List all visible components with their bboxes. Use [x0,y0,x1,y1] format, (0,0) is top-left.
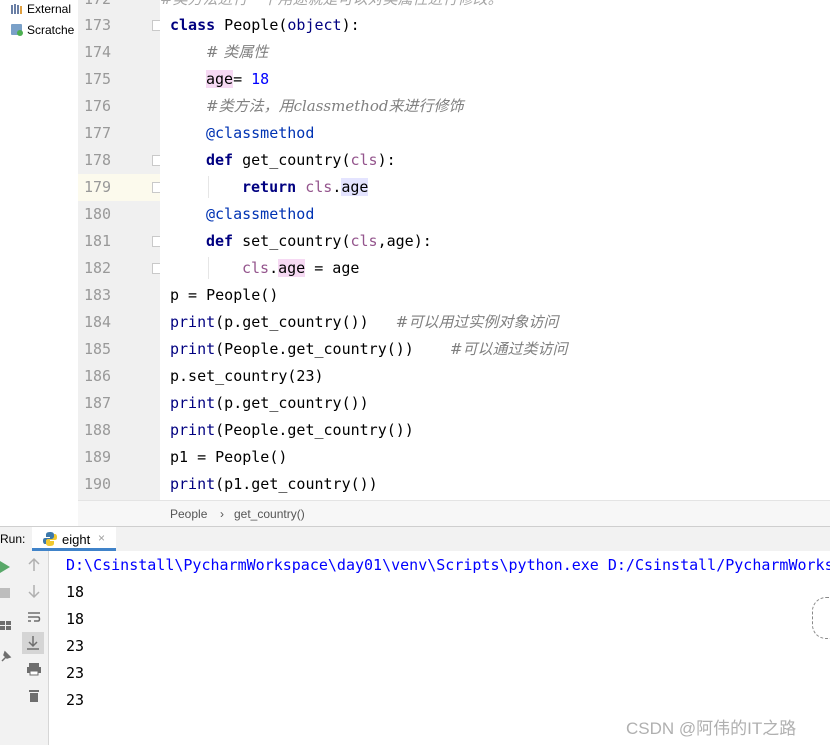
scratch-icon [10,23,24,37]
code-line-178: def get_country(cls): [206,151,396,169]
console-output-line: 23 [66,691,85,709]
code-line-185: print(People.get_country()) #可以通过类访问 [170,340,568,358]
code-line-173: class People(object): [170,16,360,34]
line-number: 179 [78,174,163,201]
line-number: 182 [78,255,163,282]
run-tab-eight[interactable]: eight × [32,527,116,551]
line-number: 174 [84,43,112,61]
line-number: 180 [84,205,112,223]
line-number: 175 [84,70,112,88]
print-icon[interactable] [26,661,42,677]
line-number: 187 [84,394,112,412]
code-line-177: @classmethod [206,124,315,142]
code-line-176: #类方法，用classmethod来进行修饰 [206,97,464,115]
close-icon[interactable]: × [98,531,105,545]
trash-icon[interactable] [26,687,42,703]
console-output-line: 18 [66,583,85,601]
code-line-187: print(p.get_country()) [170,394,369,412]
project-item-label: External [27,2,72,16]
project-item-scratches[interactable]: Scratche [10,21,74,39]
line-number: 183 [84,286,112,304]
breadcrumb: People › get_country() [78,500,830,527]
indent-guide [208,176,209,198]
watermark: CSDN @阿伟的IT之路 [626,719,797,738]
run-tab-label: eight [62,532,91,547]
code-line-186: p.set_country(23) [170,367,324,385]
indent-guide [208,257,209,279]
project-item-label: Scratche [27,23,75,37]
code-editor[interactable]: #类方法进行一下用途就是可以对类属性进行修改。 class People(obj… [160,0,830,500]
arrow-up-icon[interactable] [26,557,42,573]
line-number: 190 [84,475,112,493]
breadcrumb-class[interactable]: People [170,507,207,521]
run-side-toolbar [0,551,49,745]
code-line-188: print(People.get_country()) [170,421,414,439]
code-line-180: @classmethod [206,205,315,223]
line-number: 184 [84,313,112,331]
pin-icon[interactable] [0,649,16,665]
code-line-175: age= 18 [206,70,270,88]
python-icon [42,531,58,550]
line-number: 186 [84,367,112,385]
run-toolbar-header: Run: eight × [0,526,830,552]
code-line-174: # 类属性 [206,43,269,61]
code-line-189: p1 = People() [170,448,288,466]
console-output-line: 23 [66,664,85,682]
line-number: 178 [78,147,163,174]
library-icon [10,2,24,16]
project-panel: External Scratche [0,0,79,522]
arrow-down-icon[interactable] [26,583,42,599]
console-command-line[interactable]: D:\Csinstall\PycharmWorkspace\day01\venv… [66,552,830,579]
line-number: 189 [84,448,112,466]
console-output-line: 18 [66,610,85,628]
code-line-184: print(p.get_country()) #可以用过实例对象访问 [170,313,559,331]
code-line-183: p = People() [170,286,279,304]
stop-icon[interactable] [0,585,16,601]
breadcrumb-method[interactable]: get_country() [234,507,305,521]
code-line-179: return cls.age [242,178,369,196]
code-line-182: cls.age = age [242,259,360,277]
line-number: 181 [78,228,163,255]
line-number: 176 [84,97,112,115]
line-number: 188 [84,421,112,439]
code-line-181: def set_country(cls,age): [206,232,432,250]
run-label: Run: [0,532,26,546]
breadcrumb-separator: › [220,507,224,521]
layout-icon[interactable] [0,617,16,633]
console-output-line: 23 [66,637,85,655]
line-number: 185 [84,340,112,358]
soft-wrap-icon[interactable] [26,609,42,625]
project-item-external-libraries[interactable]: External [10,0,71,18]
run-play-icon[interactable] [0,559,16,575]
scroll-to-end-icon[interactable] [22,632,44,654]
line-number: 173 [78,12,163,39]
code-line-190: print(p1.get_country()) [170,475,378,493]
floating-widget-icon[interactable] [812,597,830,639]
line-number: 177 [84,124,112,142]
